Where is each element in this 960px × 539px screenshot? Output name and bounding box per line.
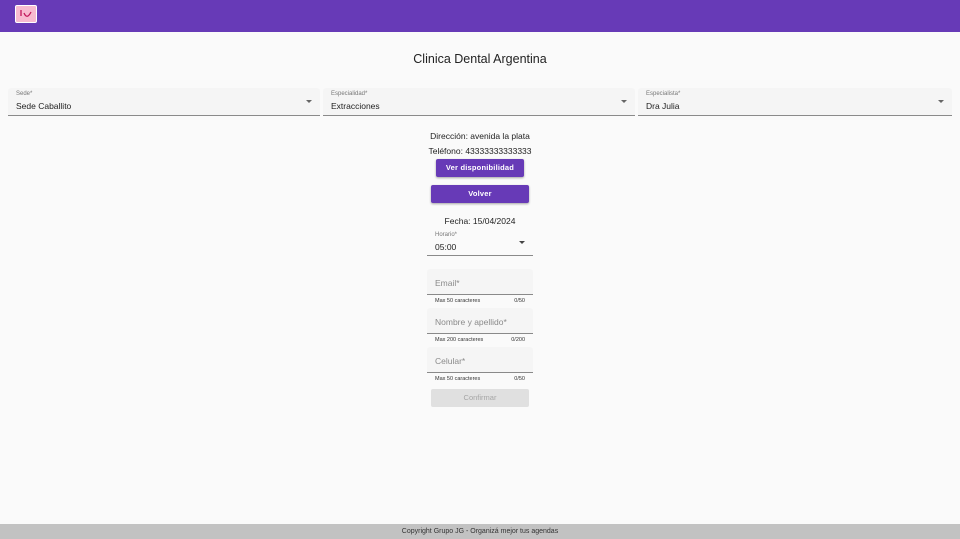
especialidad-value: Extracciones [331,101,380,111]
celular-hint-text: Max 50 caracteres [435,376,481,382]
sede-select[interactable]: Sede* Sede Caballito [8,88,320,116]
nombre-placeholder: Nombre y apellido* [435,317,507,327]
ver-disponibilidad-button[interactable]: Ver disponibilidad [436,159,524,177]
especialidad-label: Especialidad* [331,91,368,97]
tooth-logo-icon[interactable] [15,5,37,23]
nombre-counter: 0/200 [511,337,525,343]
celular-hint: Max 50 caracteres 0/50 [435,376,525,382]
horario-label: Horario* [435,232,458,238]
especialidad-select[interactable]: Especialidad* Extracciones [323,88,635,116]
email-hint-text: Max 50 caracteres [435,298,481,304]
chevron-down-icon [519,241,525,244]
chevron-down-icon [938,100,944,103]
nombre-hint-text: Max 200 caracteres [435,337,484,343]
confirmar-button[interactable]: Confirmar [431,389,529,407]
chevron-down-icon [621,100,627,103]
top-app-bar [0,0,960,32]
sede-label: Sede* [16,91,33,97]
sede-value: Sede Caballito [16,101,72,111]
especialista-select[interactable]: Especialista* Dra Julia [638,88,952,116]
chevron-down-icon [306,100,312,103]
direccion-text: Dirección: avenida la plata [430,131,530,141]
horario-select[interactable]: Horario* 05:00 [427,229,533,256]
volver-button[interactable]: Volver [431,185,529,203]
email-placeholder: Email* [435,278,460,288]
telefono-text: Teléfono: 43333333333333 [428,146,532,156]
email-field[interactable]: Email* [427,269,533,295]
especialista-value: Dra Julia [646,101,680,111]
email-counter: 0/50 [514,298,525,304]
celular-field[interactable]: Celular* [427,347,533,373]
nombre-hint: Max 200 caracteres 0/200 [435,337,525,343]
nombre-field[interactable]: Nombre y apellido* [427,308,533,334]
email-hint: Max 50 caracteres 0/50 [435,298,525,304]
especialista-label: Especialista* [646,91,681,97]
celular-counter: 0/50 [514,376,525,382]
page-title: Clinica Dental Argentina [413,52,547,66]
celular-placeholder: Celular* [435,356,466,366]
horario-value: 05:00 [435,242,457,252]
footer: Copyright Grupo JG - Organizá mejor tus … [0,524,960,539]
fecha-text: Fecha: 15/04/2024 [444,216,516,226]
